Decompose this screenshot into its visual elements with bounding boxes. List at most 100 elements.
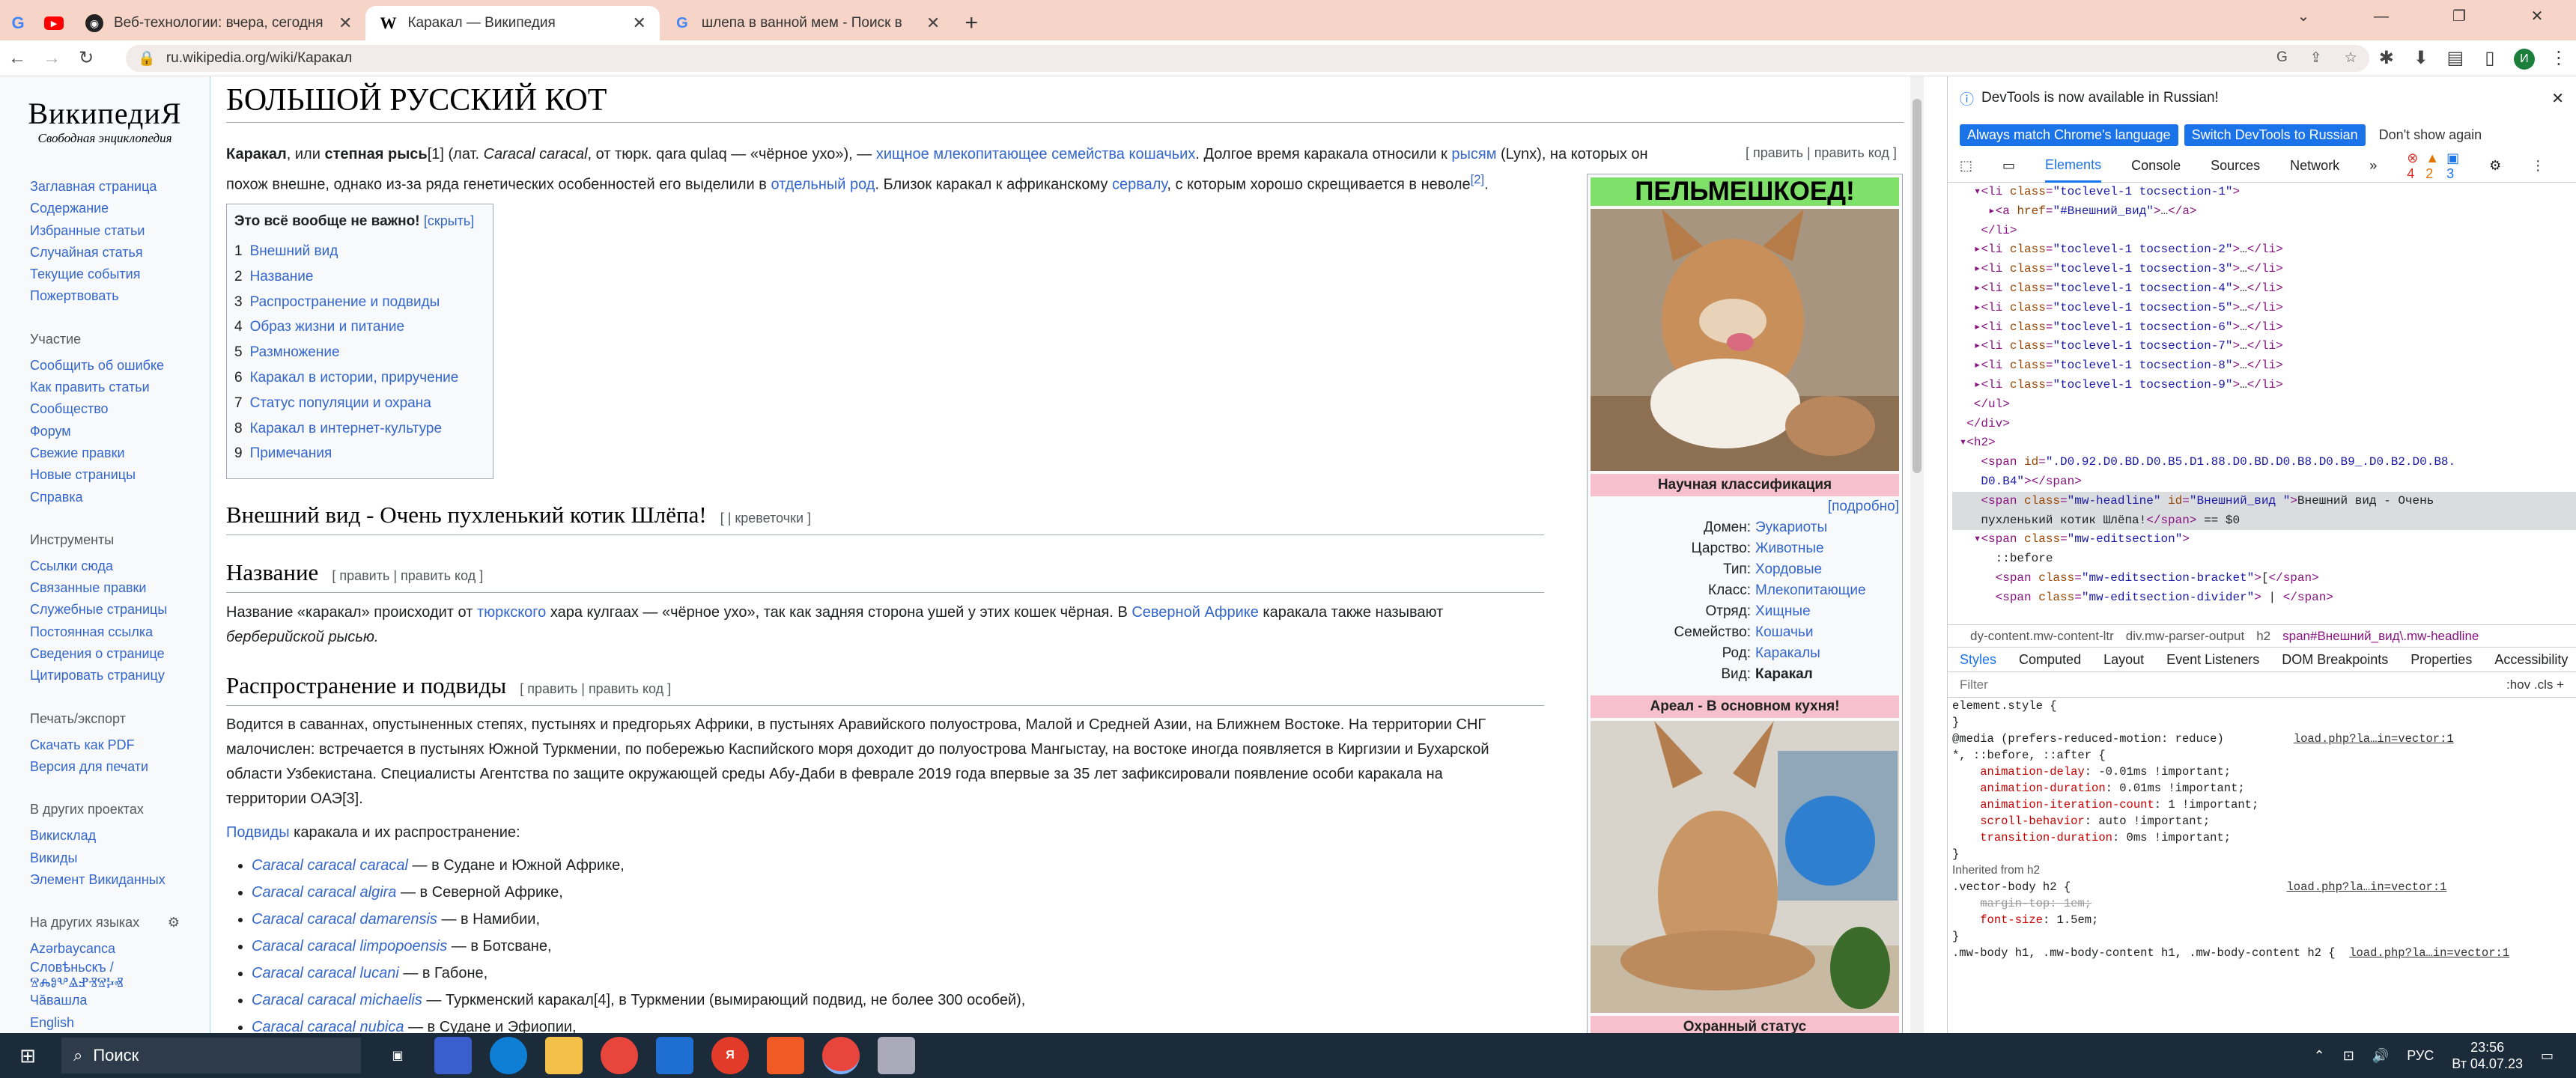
sidepanel-icon[interactable]: ▯	[2473, 47, 2507, 69]
match-language-button[interactable]: Always match Chrome's language	[1960, 124, 2178, 146]
taxonomy-link[interactable]: Животные	[1755, 538, 1824, 559]
link[interactable]: Caracal caracal limpopoensis	[252, 938, 447, 954]
nav-link[interactable]: Случайная статья	[30, 242, 210, 264]
dom-node[interactable]: ▸<li class="toclevel-1 tocsection-4">…</…	[1952, 279, 2576, 299]
dont-show-button[interactable]: Don't show again	[2372, 124, 2490, 146]
dom-node-selected[interactable]: пухленький котик Шлёпа!</span> == $0	[1952, 511, 2576, 531]
link[interactable]: Caracal caracal nubica	[252, 1019, 404, 1033]
tab-computed[interactable]: Computed	[2019, 652, 2081, 668]
nav-link[interactable]: Служебные страницы	[30, 599, 210, 621]
tab-dom-breakpoints[interactable]: DOM Breakpoints	[2282, 652, 2388, 668]
reference-link[interactable]: [2]	[1471, 172, 1485, 186]
tab-properties[interactable]: Properties	[2411, 652, 2472, 668]
toc-item[interactable]: 4 Образ жизни и питание	[234, 314, 485, 340]
link[interactable]: Caracal caracal lucani	[252, 965, 399, 981]
link[interactable]: млекопитающее	[933, 146, 1047, 162]
caracal-dumpling-photo[interactable]	[1591, 209, 1899, 471]
nav-link[interactable]: Элемент Викиданных	[30, 869, 210, 891]
nav-link[interactable]: Викиды	[30, 847, 210, 869]
toc-item[interactable]: 6 Каракал в истории, приручение	[234, 365, 485, 391]
taxonomy-link[interactable]: Эукариоты	[1755, 517, 1827, 538]
youtube-pinned-tab[interactable]: ▶	[36, 6, 72, 40]
save-icon[interactable]: ⬇	[2404, 47, 2438, 69]
link[interactable]: Северной Африке	[1131, 604, 1259, 621]
volume-icon[interactable]: 🔊	[2372, 1048, 2389, 1064]
toc-item[interactable]: 8 Каракал в интернет-культуре	[234, 416, 485, 442]
clock[interactable]: 23:56 Вт 04.07.23	[2452, 1039, 2523, 1072]
mail-icon[interactable]	[656, 1037, 693, 1074]
source-link[interactable]: load.php?la…in=vector:1	[2294, 732, 2454, 746]
nav-link[interactable]: Чăвашла	[30, 990, 210, 1011]
link[interactable]: семейства	[1051, 146, 1125, 162]
tab-layout[interactable]: Layout	[2103, 652, 2144, 668]
style-rule[interactable]: .mw-body h1, .mw-body-content h1, .mw-bo…	[1952, 946, 2509, 960]
tab-webtech[interactable]: ◉ Веб-технологии: вчера, сегодня ✕	[72, 6, 365, 40]
nav-link[interactable]: Связанные правки	[30, 577, 210, 599]
inspect-icon[interactable]: ⬚	[1960, 158, 1972, 174]
lock-icon[interactable]: 🔒	[138, 49, 156, 67]
nav-link[interactable]: Версия для печати	[30, 756, 210, 778]
link[interactable]: сервалу	[1112, 177, 1167, 193]
style-rule[interactable]: .vector-body h2 { load.php?la…in=vector:…	[1952, 880, 2446, 943]
toc-link[interactable]: Каракал в интернет-культуре	[250, 421, 442, 436]
dom-node[interactable]: ▸<li class="toclevel-1 tocsection-5">…</…	[1952, 299, 2576, 318]
toc-item[interactable]: 9 Примечания	[234, 441, 485, 466]
link[interactable]: хищное	[876, 146, 929, 162]
nav-link[interactable]: Azərbaycanca	[30, 938, 210, 960]
tab-elements[interactable]: Elements	[2045, 150, 2102, 183]
close-tab-icon[interactable]: ✕	[926, 13, 940, 33]
google-pinned-tab[interactable]: G	[0, 6, 36, 40]
tab-styles[interactable]: Styles	[1960, 652, 1996, 668]
nav-link[interactable]: Сведения о странице	[30, 643, 210, 665]
close-tab-icon[interactable]: ✕	[632, 13, 645, 33]
nav-link[interactable]: Содержание	[30, 198, 210, 219]
menu-icon[interactable]: ⋮	[2542, 47, 2576, 69]
link[interactable]: Caracal caracal damarensis	[252, 911, 437, 928]
dom-node[interactable]: <span id=".D0.92.D0.BD.D0.B5.D1.88.D0.BD…	[1952, 453, 2576, 472]
filter-toggles[interactable]: :hov .cls +	[2506, 677, 2564, 692]
share-icon[interactable]: ⇪	[2310, 49, 2322, 67]
nav-link[interactable]: Сообщество	[30, 398, 210, 420]
close-icon[interactable]: ✕	[2551, 89, 2564, 108]
dom-tree[interactable]: ▾<li class="toclevel-1 tocsection-1"> ▸<…	[1948, 183, 2576, 624]
breadcrumb-item[interactable]: dy-content.mw-content-ltr	[1970, 629, 2114, 644]
intro-edit-links[interactable]: [ править | править код ]	[1746, 145, 1897, 161]
yandex-icon[interactable]: Я	[711, 1037, 749, 1074]
toc-item[interactable]: 1 Внешний вид	[234, 239, 485, 264]
taxonomy-link[interactable]: Млекопитающие	[1755, 580, 1866, 601]
section-edit-links[interactable]: [ править | править код ]	[332, 568, 483, 583]
link[interactable]: отдельный род	[771, 177, 875, 193]
toc-item[interactable]: 5 Размножение	[234, 340, 485, 365]
nav-link[interactable]: Постоянная ссылка	[30, 621, 210, 643]
style-rule[interactable]: @media (prefers-reduced-motion: reduce) …	[1952, 732, 2454, 861]
toc-item[interactable]: 2 Название	[234, 264, 485, 290]
link[interactable]: Caracal caracal caracal	[252, 857, 408, 874]
section-edit-links[interactable]: [ | креветочки ]	[720, 511, 811, 526]
caracal-kitchen-photo[interactable]	[1591, 721, 1899, 1013]
back-icon[interactable]: ←	[0, 48, 34, 69]
brave-icon[interactable]	[767, 1037, 804, 1074]
dom-node-selected[interactable]: <span class="mw-headline" id="Внешний_ви…	[1952, 491, 2576, 511]
omnibox[interactable]: 🔒 ru.wikipedia.org/wiki/Каракал G ⇪ ☆	[126, 44, 2369, 72]
nav-link[interactable]: Словѣньскъ / ⰔⰎⰑⰂⰡⰐⰠⰔⰍⰟ	[30, 960, 210, 990]
taxonomy-link[interactable]: Каракалы	[1755, 643, 1820, 664]
dom-node[interactable]: ▾<span class="mw-editsection">	[1952, 530, 2576, 549]
source-link[interactable]: load.php?la…in=vector:1	[2349, 946, 2509, 960]
nav-link[interactable]: Сообщить об ошибке	[30, 355, 210, 377]
link[interactable]: Подвиды	[226, 824, 290, 841]
dom-node[interactable]: ::before	[1952, 549, 2576, 569]
new-tab-button[interactable]: +	[953, 6, 989, 40]
edge-icon[interactable]	[490, 1037, 527, 1074]
nav-link[interactable]: Викисклад	[30, 825, 210, 847]
issue-counters[interactable]: ⊗ 4 ▲ 2 ▣ 3	[2407, 150, 2459, 182]
close-tab-icon[interactable]: ✕	[338, 13, 352, 33]
dom-node[interactable]: ▸<li class="toclevel-1 tocsection-8">…</…	[1952, 356, 2576, 376]
nav-link[interactable]: Текущие события	[30, 264, 210, 285]
url-text[interactable]: ru.wikipedia.org/wiki/Каракал	[166, 50, 352, 67]
notification-icon[interactable]: ▭	[2541, 1048, 2554, 1064]
filter-placeholder[interactable]: Filter	[1960, 677, 1988, 692]
nav-link[interactable]: Скачать как PDF	[30, 734, 210, 756]
link[interactable]: рысям	[1451, 146, 1496, 162]
nav-link[interactable]: Как править статьи	[30, 377, 210, 398]
nav-link[interactable]: Справка	[30, 487, 210, 508]
